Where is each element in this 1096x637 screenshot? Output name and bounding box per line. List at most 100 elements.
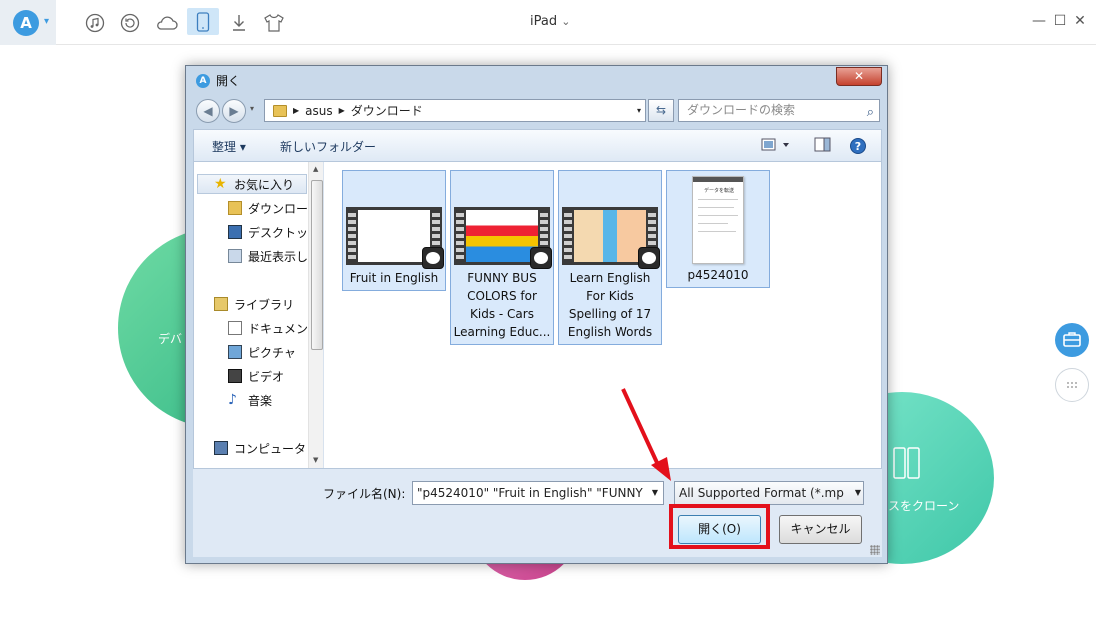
nav-libraries[interactable]: ライブラリ [214, 294, 294, 314]
search-placeholder: ダウンロードの検索 [687, 103, 796, 117]
music-icon[interactable] [82, 10, 108, 36]
player-app-icon [638, 247, 660, 269]
file-type-value: All Supported Format (*.mp [679, 486, 844, 500]
chevron-down-icon[interactable]: ▼ [647, 482, 663, 504]
download-icon[interactable] [226, 10, 252, 36]
folder-icon [273, 104, 287, 117]
dialog-close-button[interactable]: ✕ [836, 67, 882, 86]
svg-text:?: ? [855, 140, 861, 153]
video-thumbnail [346, 207, 444, 269]
star-icon: ★ [214, 176, 227, 192]
file-item[interactable]: Learn English For Kids Spelling of 17 En… [558, 170, 662, 345]
device-selector[interactable]: iPad ⌄ [530, 14, 570, 29]
player-app-icon [422, 247, 444, 269]
search-icon[interactable]: ⌕ [867, 102, 874, 123]
recent-places-icon [228, 249, 242, 263]
briefcase-icon [1063, 332, 1081, 347]
tshirt-icon[interactable] [261, 10, 287, 36]
red-highlight-box [669, 504, 770, 549]
file-item[interactable]: FUNNY BUS COLORS for Kids - Cars Learnin… [450, 170, 554, 345]
open-file-dialog: A 開く ✕ ◀ ▶ ▾ ▶ asus ▶ ダウンロード ▾ ⇆ ダウンロードの… [185, 65, 888, 564]
file-type-select[interactable]: All Supported Format (*.mp ▼ [674, 481, 864, 505]
red-annotation-arrow [621, 388, 671, 481]
organize-menu[interactable]: 整理 ▾ [212, 138, 246, 155]
app-topbar: A ▾ iPad ⌄ — ☐ ✕ [0, 0, 1096, 45]
resize-grip[interactable] [870, 545, 880, 555]
dialog-title: 開く [216, 74, 241, 88]
restore-icon[interactable] [117, 10, 143, 36]
breadcrumb-downloads[interactable]: ダウンロード [351, 102, 423, 119]
search-input[interactable]: ダウンロードの検索 ⌕ [678, 99, 880, 122]
nav-downloads[interactable]: ダウンロー [228, 198, 308, 218]
cloud-icon[interactable] [154, 10, 180, 36]
cancel-button[interactable]: キャンセル [779, 515, 862, 544]
scroll-thumb[interactable] [311, 180, 323, 350]
videos-icon [228, 369, 242, 383]
forward-button[interactable]: ▶ [222, 99, 246, 123]
close-button[interactable]: ✕ [1071, 12, 1089, 30]
app-logo-button[interactable]: A ▾ [0, 0, 56, 45]
file-name: Fruit in English [349, 271, 439, 285]
dialog-footer: ファイル名(N): "p4524010" "Fruit in English" … [193, 469, 882, 557]
breadcrumb-separator-icon: ▶ [293, 106, 300, 115]
address-bar[interactable]: ▶ asus ▶ ダウンロード ▾ [264, 99, 646, 122]
new-folder-button[interactable]: 新しいフォルダー [280, 138, 376, 155]
minimize-button[interactable]: — [1030, 12, 1048, 30]
nav-recent[interactable]: 最近表示し [228, 246, 308, 266]
app-logo-icon: A [13, 10, 39, 36]
address-dropdown-icon[interactable]: ▾ [637, 106, 641, 115]
desktop-icon [228, 225, 242, 239]
nav-computer[interactable]: コンピュータ [214, 438, 306, 458]
nav-videos[interactable]: ビデオ [228, 366, 284, 386]
filename-label: ファイル名(N): [323, 487, 406, 501]
breadcrumb-asus[interactable]: asus [305, 104, 332, 118]
music-note-icon: ♪ [228, 392, 237, 408]
chevron-down-icon[interactable]: ▾ [44, 16, 58, 30]
video-thumbnail [562, 207, 660, 269]
device-manager-label: デバ [158, 332, 183, 346]
help-icon[interactable]: ? [849, 137, 867, 154]
apps-grid-button[interactable] [1055, 368, 1089, 402]
nav-pictures[interactable]: ピクチャ [228, 342, 296, 362]
app-icon: A [196, 73, 210, 88]
doc-thumb-title: データを転送 [703, 188, 734, 194]
document-thumbnail: データを転送 [692, 176, 744, 264]
library-icon [214, 297, 228, 311]
nav-desktop[interactable]: デスクトッ [228, 222, 308, 242]
file-name: p4524010 [687, 268, 749, 282]
history-dropdown-icon[interactable]: ▾ [250, 104, 254, 113]
pictures-icon [228, 345, 242, 359]
player-app-icon [530, 247, 552, 269]
device-icon[interactable] [187, 8, 219, 35]
view-options-icon[interactable] [761, 137, 789, 153]
video-thumbnail [454, 207, 552, 269]
back-button[interactable]: ◀ [196, 99, 220, 123]
scroll-down-icon[interactable]: ▼ [313, 456, 318, 464]
documents-icon [228, 321, 242, 335]
maximize-button[interactable]: ☐ [1051, 12, 1069, 30]
nav-music[interactable]: ♪ 音楽 [228, 390, 272, 410]
dialog-toolbar: 整理 ▾ 新しいフォルダー ? [193, 129, 882, 161]
filename-value: "p4524010" "Fruit in English" "FUNNY B [417, 486, 655, 500]
clone-label: スをクローン [888, 499, 960, 513]
device-title: iPad [530, 14, 558, 29]
file-item[interactable]: Fruit in English [342, 170, 446, 291]
refresh-button[interactable]: ⇆ [648, 99, 674, 122]
nav-documents[interactable]: ドキュメン [228, 318, 308, 338]
chevron-down-icon: ⌄ [561, 15, 571, 28]
breadcrumb-separator-icon: ▶ [338, 106, 345, 115]
computer-icon [214, 441, 228, 455]
navigation-pane: ★ お気に入り ダウンロー デスクトッ 最近表示し ライブラリ ドキュメン ピク… [194, 162, 324, 468]
file-name: FUNNY BUS COLORS for Kids - Cars Learnin… [453, 271, 551, 339]
dialog-titlebar: A 開く [196, 72, 240, 89]
chevron-down-icon: ▼ [854, 488, 861, 497]
scroll-up-icon[interactable]: ▲ [313, 165, 318, 173]
toolbox-button[interactable] [1055, 323, 1089, 357]
nav-scrollbar[interactable]: ▲ ▼ [308, 162, 323, 468]
tablet-icon [892, 446, 922, 482]
preview-pane-icon[interactable] [814, 137, 832, 153]
file-item[interactable]: データを転送 p4524010 [666, 170, 770, 288]
nav-favorites[interactable]: ★ お気に入り [197, 174, 307, 194]
file-list: Fruit in English FUNNY BUS COLORS for Ki… [326, 162, 881, 468]
downloads-folder-icon [228, 201, 242, 215]
